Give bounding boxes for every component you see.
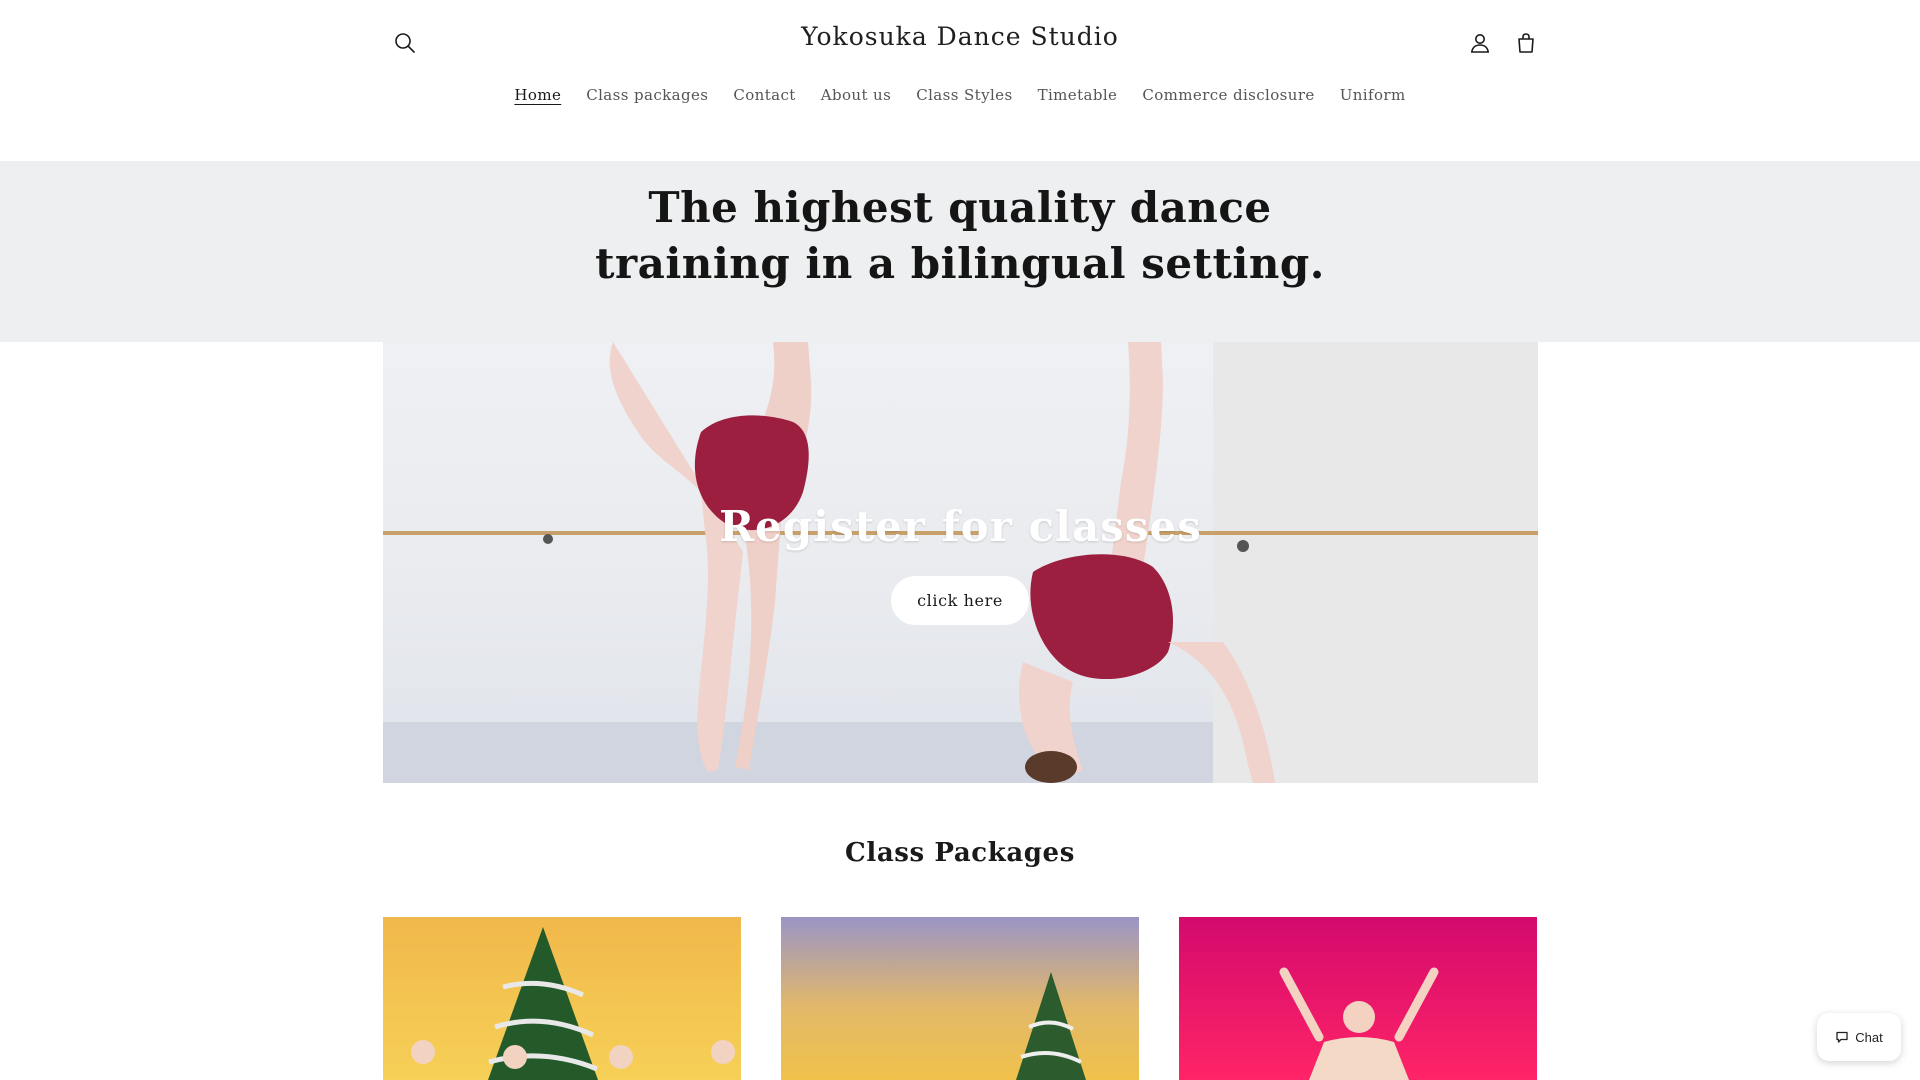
site-header: Yokosuka Dance Studio Home Class package… bbox=[0, 0, 1920, 161]
package-image-christmas-group bbox=[383, 917, 741, 1080]
package-image-christmas-stage bbox=[781, 917, 1139, 1080]
chat-label: Chat bbox=[1855, 1029, 1883, 1045]
nav-item-commerce-disclosure[interactable]: Commerce disclosure bbox=[1130, 86, 1327, 104]
nav-item-timetable[interactable]: Timetable bbox=[1025, 86, 1130, 104]
site-title-link[interactable]: Yokosuka Dance Studio bbox=[801, 22, 1119, 51]
hero-dancers-image bbox=[383, 342, 1538, 783]
class-packages-title: Class Packages bbox=[845, 838, 1075, 868]
nav-item-about-us[interactable]: About us bbox=[808, 86, 903, 104]
account-icon[interactable] bbox=[1460, 23, 1500, 63]
register-button[interactable]: click here bbox=[891, 576, 1029, 625]
nav-item-home[interactable]: Home bbox=[502, 86, 574, 104]
package-image-leaping-dancer bbox=[1179, 917, 1537, 1080]
tagline-heading: The highest quality dance training in a … bbox=[595, 183, 1325, 288]
cart-icon[interactable] bbox=[1506, 23, 1546, 63]
package-card-3[interactable] bbox=[1179, 917, 1537, 1080]
hero-heading: Register for classes bbox=[719, 502, 1202, 551]
nav-item-uniform[interactable]: Uniform bbox=[1327, 86, 1418, 104]
site-title: Yokosuka Dance Studio bbox=[0, 22, 1920, 51]
chat-bubble-icon bbox=[1836, 1031, 1848, 1043]
main-nav: Home Class packages Contact About us Cla… bbox=[0, 86, 1920, 104]
nav-item-class-styles[interactable]: Class Styles bbox=[904, 86, 1025, 104]
hero-banner: Register for classes click here bbox=[383, 342, 1538, 783]
chat-button[interactable]: Chat bbox=[1817, 1013, 1901, 1061]
package-card-2[interactable] bbox=[781, 917, 1139, 1080]
nav-item-class-packages[interactable]: Class packages bbox=[574, 86, 721, 104]
package-card-1[interactable] bbox=[383, 917, 741, 1080]
nav-item-contact[interactable]: Contact bbox=[721, 86, 808, 104]
